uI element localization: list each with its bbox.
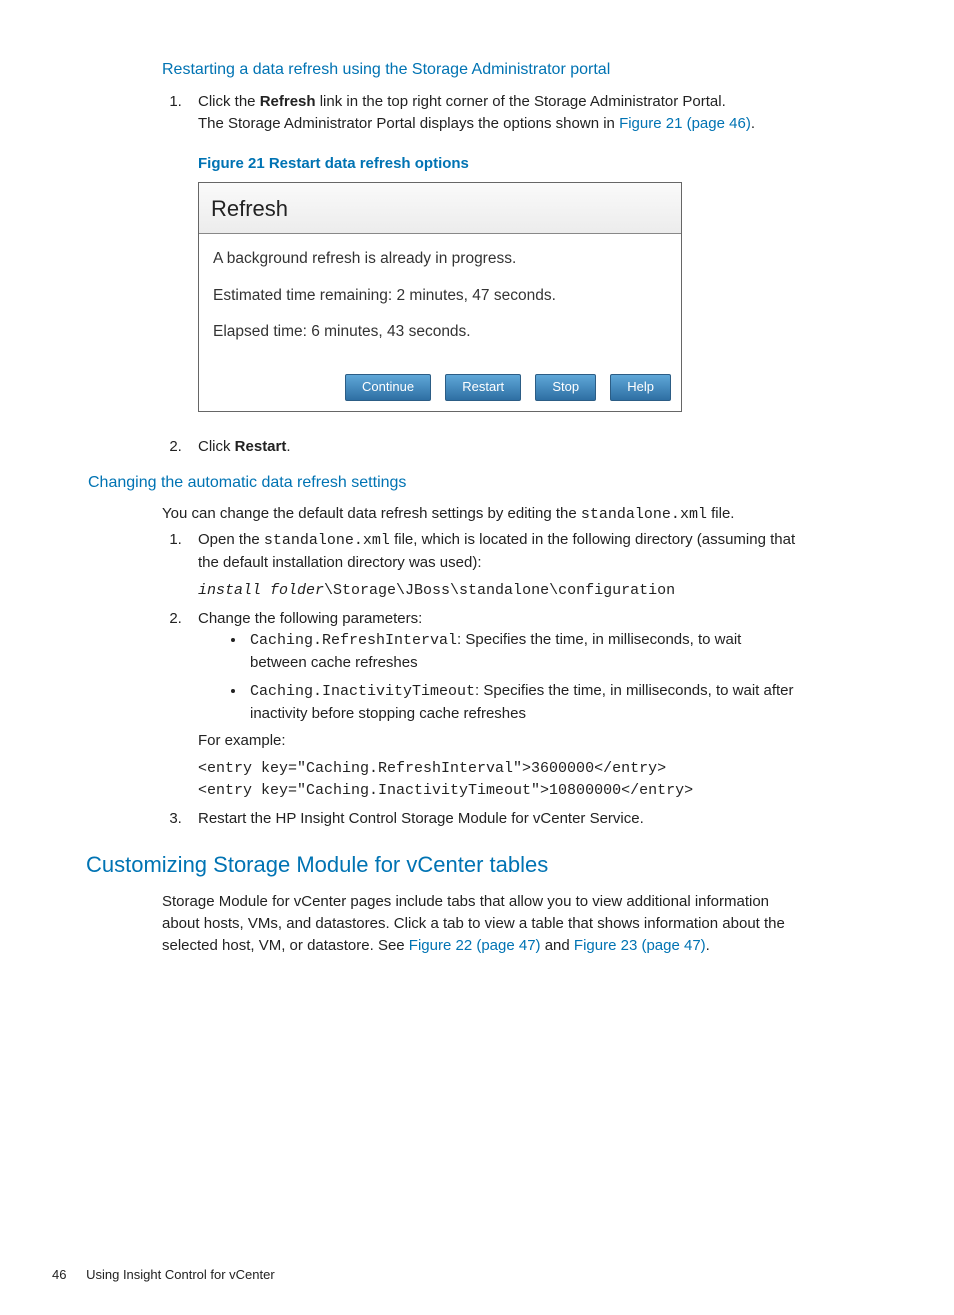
step1-refresh-bold: Refresh: [260, 93, 316, 110]
parameter-list: Caching.RefreshInterval: Specifies the t…: [198, 629, 798, 724]
install-path: install folder\Storage\JBoss\standalone\…: [198, 580, 798, 602]
example-code: <entry key="Caching.RefreshInterval">360…: [198, 758, 798, 802]
refresh-line-2: Estimated time remaining: 2 minutes, 47 …: [213, 285, 667, 307]
continue-button[interactable]: Continue: [345, 374, 431, 401]
page-footer: 46 Using Insight Control for vCenter: [52, 1266, 798, 1285]
for-example-label: For example:: [198, 730, 798, 752]
heading-customizing-tables: Customizing Storage Module for vCenter t…: [86, 849, 798, 881]
refresh-dialog-buttons: Continue Restart Stop Help: [199, 368, 681, 411]
heading-changing-settings: Changing the automatic data refresh sett…: [88, 471, 798, 494]
install-folder-italic: install folder: [198, 582, 324, 599]
cp-b: and: [541, 937, 574, 954]
help-button[interactable]: Help: [610, 374, 671, 401]
link-figure-21[interactable]: Figure 21 (page 46): [619, 115, 751, 132]
refresh-line-3: Elapsed time: 6 minutes, 43 seconds.: [213, 321, 667, 343]
figure-21-caption: Figure 21 Restart data refresh options: [198, 153, 798, 175]
step1-text-b: link in the top right corner of the Stor…: [316, 93, 726, 110]
changing-step-3: Restart the HP Insight Control Storage M…: [186, 808, 798, 830]
refresh-dialog-title: Refresh: [199, 183, 681, 234]
param-refresh-interval: Caching.RefreshInterval: Specifies the t…: [246, 629, 798, 674]
link-figure-22[interactable]: Figure 22 (page 47): [409, 937, 541, 954]
step2-restart-bold: Restart: [235, 438, 287, 455]
step-2: Click Restart.: [186, 436, 798, 458]
footer-text: Using Insight Control for vCenter: [86, 1267, 275, 1282]
cp-c: .: [706, 937, 710, 954]
intro-text-a: You can change the default data refresh …: [162, 505, 581, 522]
cs1-code: standalone.xml: [264, 532, 390, 549]
step1-text-a: Click the: [198, 93, 260, 110]
cs2-text: Change the following parameters:: [198, 610, 422, 627]
heading-restarting: Restarting a data refresh using the Stor…: [162, 58, 798, 81]
restart-button[interactable]: Restart: [445, 374, 521, 401]
step1-text-c: The Storage Administrator Portal display…: [198, 115, 619, 132]
refresh-dialog: Refresh A background refresh is already …: [198, 182, 682, 411]
stop-button[interactable]: Stop: [535, 374, 596, 401]
steps-restarting: Click the Refresh link in the top right …: [162, 91, 798, 457]
refresh-line-1: A background refresh is already in progr…: [213, 248, 667, 270]
param-inactivity-timeout: Caching.InactivityTimeout: Specifies the…: [246, 680, 798, 725]
intro-text-b: file.: [707, 505, 735, 522]
changing-step-2: Change the following parameters: Caching…: [186, 608, 798, 802]
refresh-dialog-body: A background refresh is already in progr…: [199, 234, 681, 367]
changing-step-1: Open the standalone.xml file, which is l…: [186, 529, 798, 601]
param2-code: Caching.InactivityTimeout: [250, 683, 475, 700]
install-path-rest: \Storage\JBoss\standalone\configuration: [324, 582, 675, 599]
steps-changing: Open the standalone.xml file, which is l…: [162, 529, 798, 829]
param1-code: Caching.RefreshInterval: [250, 632, 457, 649]
cs1-a: Open the: [198, 531, 264, 548]
step2-text-a: Click: [198, 438, 235, 455]
link-figure-23[interactable]: Figure 23 (page 47): [574, 937, 706, 954]
intro-paragraph: You can change the default data refresh …: [162, 503, 798, 526]
step2-text-b: .: [286, 438, 290, 455]
step-1: Click the Refresh link in the top right …: [186, 91, 798, 411]
intro-code: standalone.xml: [581, 506, 707, 523]
period: .: [751, 115, 755, 132]
customizing-paragraph: Storage Module for vCenter pages include…: [162, 891, 798, 956]
page-number: 46: [52, 1266, 66, 1285]
